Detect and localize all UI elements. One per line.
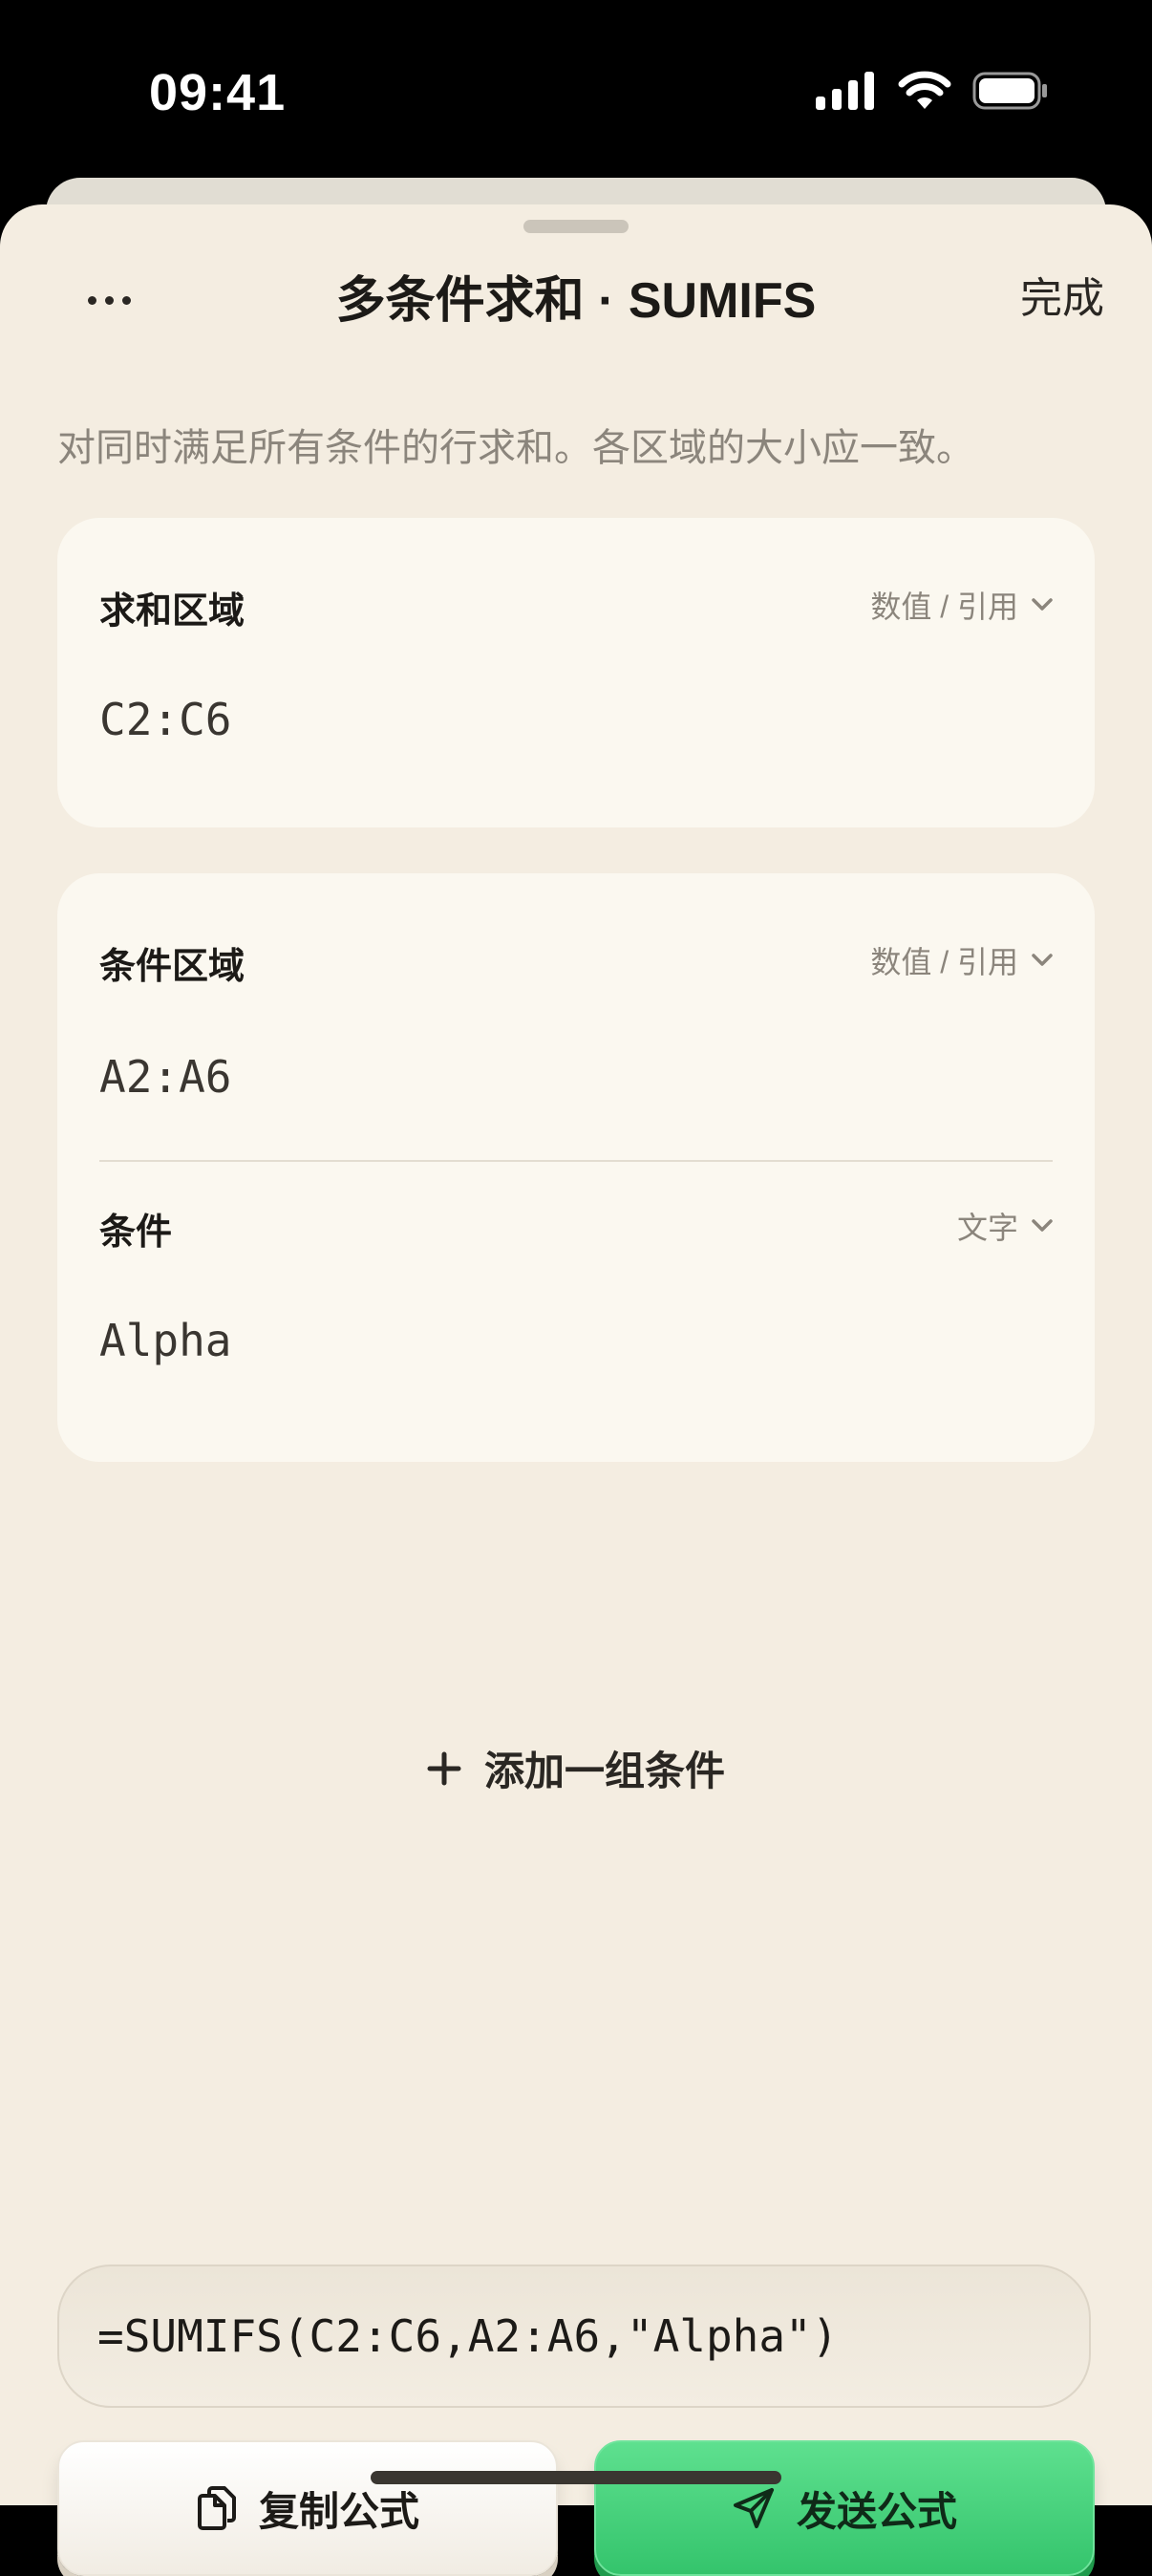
sum-range-card: 求和区域 数值 / 引用 C2:C6	[57, 518, 1095, 827]
send-formula-button[interactable]: 发送公式	[594, 2440, 1095, 2576]
criteria-input[interactable]: Alpha	[99, 1315, 231, 1366]
status-icons	[816, 71, 1049, 111]
done-button[interactable]: 完成	[1020, 264, 1104, 325]
cellular-signal-icon	[816, 72, 874, 110]
chevron-down-icon	[1032, 1219, 1053, 1232]
sum-range-field: 求和区域 数值 / 引用 C2:C6	[99, 518, 1053, 827]
criteria-type-label: 文字	[956, 1211, 1018, 1245]
copy-icon	[197, 2486, 236, 2530]
criteria-range-label: 条件区域	[99, 947, 245, 987]
send-icon	[733, 2488, 774, 2528]
criteria-range-field: 条件区域 数值 / 引用 A2:A6	[99, 873, 1053, 1160]
add-criteria-group-button[interactable]: 添加一组条件	[0, 1739, 1152, 1797]
sheet-title: 多条件求和 · SUMIFS	[335, 273, 817, 329]
plus-icon	[427, 1751, 461, 1785]
criteria-field: 条件 文字 Alpha	[99, 1162, 1053, 1462]
chevron-down-icon	[1032, 954, 1053, 966]
wifi-icon	[898, 71, 951, 109]
add-criteria-group-label: 添加一组条件	[483, 1749, 725, 1793]
status-bar: 09:41	[0, 0, 1152, 182]
sum-range-type-label: 数值 / 引用	[870, 590, 1018, 624]
chevron-down-icon	[1032, 598, 1053, 611]
sheet-grabber[interactable]	[523, 220, 629, 233]
home-indicator	[371, 2471, 781, 2484]
function-description: 对同时满足所有条件的行求和。各区域的大小应一致。	[57, 427, 974, 469]
sum-range-type-select[interactable]: 数值 / 引用	[870, 583, 1053, 627]
send-formula-label: 发送公式	[796, 2488, 957, 2534]
criteria-range-type-select[interactable]: 数值 / 引用	[870, 938, 1053, 982]
criteria-label: 条件	[99, 1213, 173, 1253]
copy-formula-label: 复制公式	[258, 2488, 419, 2534]
formula-preview[interactable]: =SUMIFS(C2:C6,A2:A6,"Alpha")	[57, 2265, 1091, 2408]
sum-range-label: 求和区域	[99, 591, 245, 632]
copy-formula-button[interactable]: 复制公式	[57, 2440, 558, 2576]
criteria-type-select[interactable]: 文字	[957, 1204, 1053, 1248]
criteria-group-card: 条件区域 数值 / 引用 A2:A6 条件 文字 Alpha	[57, 873, 1095, 1462]
sum-range-input[interactable]: C2:C6	[99, 694, 231, 745]
criteria-range-input[interactable]: A2:A6	[99, 1051, 231, 1103]
status-time: 09:41	[149, 64, 287, 121]
battery-icon	[972, 72, 1047, 110]
formula-sheet: 多条件求和 · SUMIFS 完成 对同时满足所有条件的行求和。各区域的大小应一…	[0, 204, 1152, 2576]
criteria-range-type-label: 数值 / 引用	[870, 945, 1018, 979]
